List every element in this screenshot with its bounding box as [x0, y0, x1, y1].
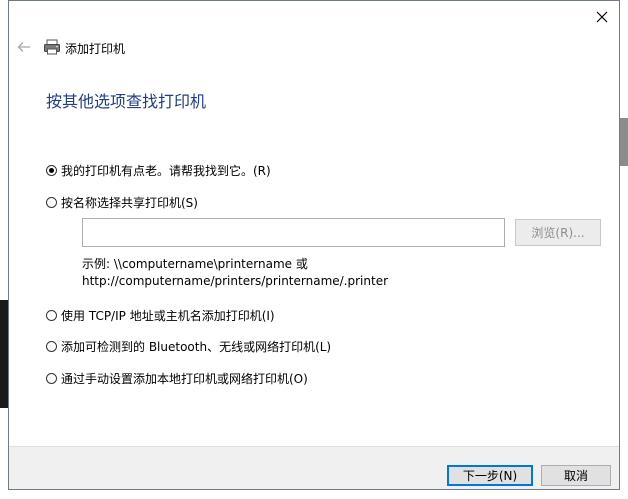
cancel-button[interactable]: 取消 — [541, 465, 611, 486]
option-label: 使用 TCP/IP 地址或主机名添加打印机(I) — [61, 309, 275, 323]
option-label: 添加可检测到的 Bluetooth、无线或网络打印机(L) — [61, 340, 332, 354]
browse-button[interactable]: 浏览(R)... — [515, 219, 601, 246]
page-title: 按其他选项查找打印机 — [46, 92, 207, 111]
radio-button[interactable] — [46, 341, 57, 352]
background-bottom — [0, 491, 628, 499]
dialog-footer: 下一步(N) 取消 — [9, 446, 619, 489]
option-printer-old[interactable]: 我的打印机有点老。请帮我找到它。(R) — [46, 162, 271, 179]
option-bluetooth-wireless[interactable]: 添加可检测到的 Bluetooth、无线或网络打印机(L) — [46, 338, 331, 355]
radio-button[interactable] — [46, 310, 57, 321]
background-left — [0, 0, 8, 499]
option-shared-by-name[interactable]: 按名称选择共享打印机(S) — [46, 194, 198, 211]
option-label: 通过手动设置添加本地打印机或网络打印机(O) — [61, 372, 308, 386]
printer-icon — [44, 39, 60, 55]
example-line-2: http://computername/printers/printername… — [82, 274, 389, 288]
back-button[interactable] — [15, 39, 33, 55]
background-right — [620, 0, 628, 499]
add-printer-dialog: 添加打印机 按其他选项查找打印机 我的打印机有点老。请帮我找到它。(R) 按名称… — [8, 0, 620, 490]
example-text: 示例: \\computername\printername 或 http://… — [82, 256, 388, 290]
close-button[interactable] — [587, 3, 617, 31]
dialog-header: 添加打印机 — [9, 33, 619, 61]
option-label: 按名称选择共享打印机(S) — [61, 196, 198, 210]
next-button[interactable]: 下一步(N) — [447, 465, 533, 486]
option-manual-local[interactable]: 通过手动设置添加本地打印机或网络打印机(O) — [46, 370, 308, 387]
example-line-1: 示例: \\computername\printername 或 — [82, 257, 308, 271]
back-arrow-icon — [17, 42, 30, 52]
background-window-left — [0, 300, 8, 408]
background-window-right — [620, 118, 628, 166]
close-icon — [596, 11, 608, 23]
radio-button[interactable] — [46, 373, 57, 384]
radio-button[interactable] — [46, 165, 57, 176]
dialog-title: 添加打印机 — [65, 42, 126, 56]
option-label: 我的打印机有点老。请帮我找到它。(R) — [61, 164, 271, 178]
radio-button[interactable] — [46, 197, 57, 208]
shared-printer-name-input[interactable] — [82, 218, 505, 247]
option-tcpip[interactable]: 使用 TCP/IP 地址或主机名添加打印机(I) — [46, 307, 275, 324]
